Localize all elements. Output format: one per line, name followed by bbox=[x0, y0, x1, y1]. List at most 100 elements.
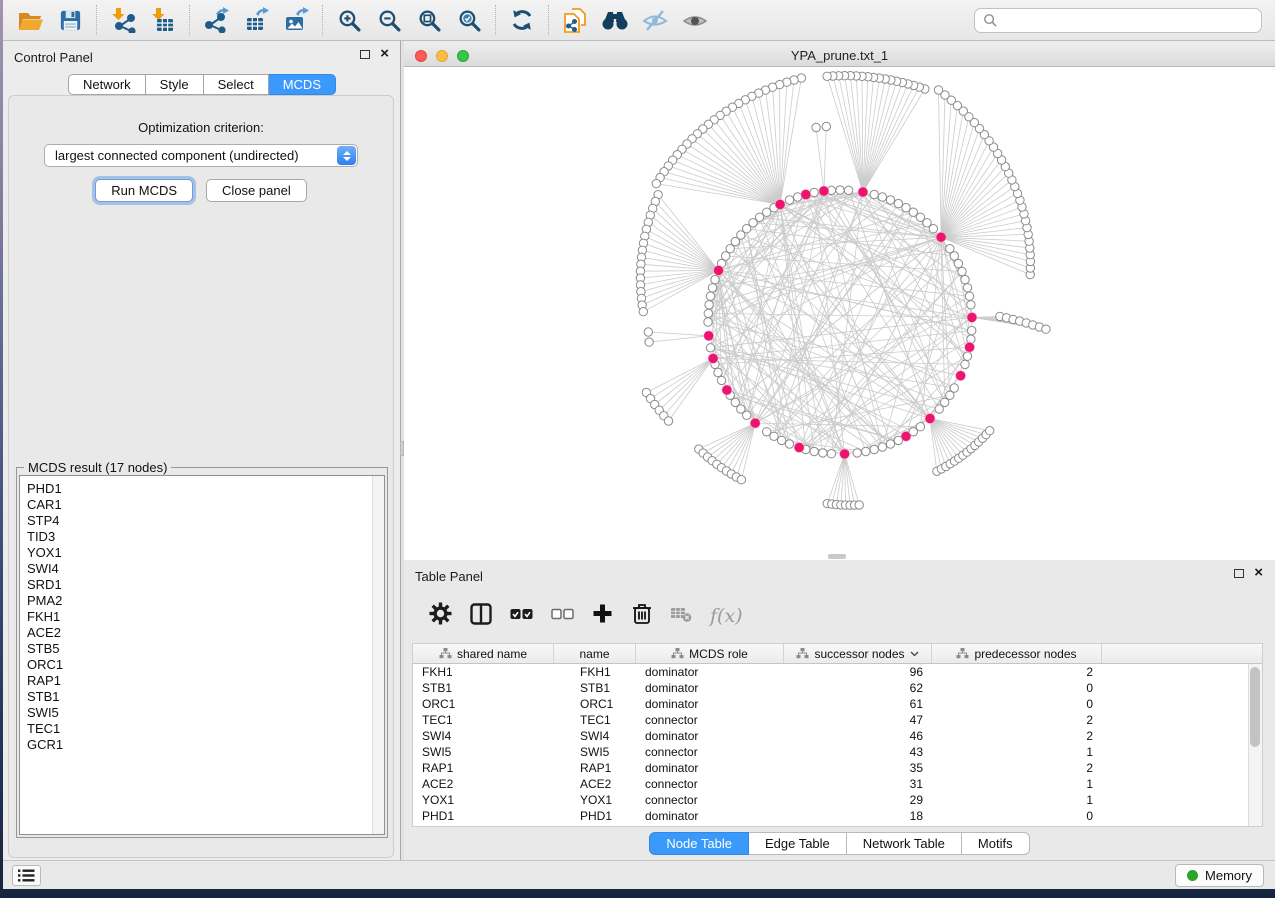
zoom-selected-button[interactable] bbox=[449, 3, 489, 37]
tab-motifs[interactable]: Motifs bbox=[962, 832, 1030, 855]
import-table-button[interactable] bbox=[143, 3, 183, 37]
canvas-hscroll-thumb[interactable] bbox=[828, 554, 846, 559]
table-options-button[interactable] bbox=[429, 602, 452, 630]
mcds-result-list[interactable]: PHD1CAR1STP4TID3YOX1SWI4SRD1PMA2FKH1ACE2… bbox=[19, 475, 385, 835]
import-network-button[interactable] bbox=[103, 3, 143, 37]
hide-selected-button[interactable] bbox=[635, 3, 675, 37]
tab-network-table[interactable]: Network Table bbox=[847, 832, 962, 855]
show-columns-button[interactable] bbox=[470, 603, 492, 630]
zoom-fit-button[interactable] bbox=[409, 3, 449, 37]
cell-mcds_role: dominator bbox=[636, 697, 784, 711]
cell-shared_name: PHD1 bbox=[413, 809, 554, 823]
table-panel: Table Panel × f(x) shared namenameMCDS r… bbox=[404, 560, 1275, 860]
open-file-button[interactable] bbox=[10, 3, 50, 37]
mcds-node-item[interactable]: SWI4 bbox=[27, 561, 384, 577]
column-header-name[interactable]: name bbox=[554, 644, 636, 663]
column-header-shared-name[interactable]: shared name bbox=[413, 644, 554, 663]
mcds-node-item[interactable]: CAR1 bbox=[27, 497, 384, 513]
mcds-node-item[interactable]: YOX1 bbox=[27, 545, 384, 561]
mcds-node-item[interactable]: STB1 bbox=[27, 689, 384, 705]
cell-successor_nodes: 61 bbox=[784, 697, 932, 711]
table-row[interactable]: ORC1ORC1dominator610 bbox=[413, 696, 1248, 712]
show-all-button[interactable] bbox=[675, 3, 715, 37]
network-graph[interactable] bbox=[404, 67, 1275, 560]
zoom-in-icon bbox=[337, 8, 362, 33]
cell-predecessor_nodes: 0 bbox=[932, 681, 1102, 695]
float-panel-icon[interactable] bbox=[1234, 569, 1244, 578]
export-network-button[interactable] bbox=[196, 3, 236, 37]
task-history-button[interactable] bbox=[12, 865, 41, 886]
table-row[interactable]: PHD1PHD1dominator180 bbox=[413, 808, 1248, 824]
run-mcds-button[interactable]: Run MCDS bbox=[95, 179, 193, 202]
mcds-node-item[interactable]: PMA2 bbox=[27, 593, 384, 609]
cell-predecessor_nodes: 2 bbox=[932, 761, 1102, 775]
column-header-successor-nodes[interactable]: successor nodes bbox=[784, 644, 932, 663]
mcds-node-item[interactable]: PHD1 bbox=[27, 481, 384, 497]
table-row[interactable]: SWI5SWI5connector431 bbox=[413, 744, 1248, 760]
export-table-button[interactable] bbox=[236, 3, 276, 37]
table-row[interactable]: YOX1YOX1connector291 bbox=[413, 792, 1248, 808]
table-row[interactable]: TEC1TEC1connector472 bbox=[413, 712, 1248, 728]
table-row[interactable]: SWI4SWI4dominator462 bbox=[413, 728, 1248, 744]
column-header-mcds-role[interactable]: MCDS role bbox=[636, 644, 784, 663]
zoom-in-button[interactable] bbox=[329, 3, 369, 37]
column-header-predecessor-nodes[interactable]: predecessor nodes bbox=[932, 644, 1102, 663]
find-button[interactable] bbox=[595, 3, 635, 37]
mcds-node-item[interactable]: ORC1 bbox=[27, 657, 384, 673]
table-row[interactable]: RAP1RAP1dominator352 bbox=[413, 760, 1248, 776]
mcds-node-item[interactable]: SRD1 bbox=[27, 577, 384, 593]
table-scrollbar-thumb[interactable] bbox=[1250, 667, 1260, 747]
tab-network[interactable]: Network bbox=[68, 74, 146, 95]
mcds-list-scrollbar[interactable] bbox=[372, 476, 384, 834]
close-panel-icon[interactable]: × bbox=[380, 49, 389, 59]
mcds-node-item[interactable]: SWI5 bbox=[27, 705, 384, 721]
tab-select[interactable]: Select bbox=[204, 74, 269, 95]
network-canvas[interactable] bbox=[404, 67, 1275, 560]
criterion-select[interactable]: largest connected component (undirected) bbox=[44, 144, 358, 167]
mcds-node-item[interactable]: RAP1 bbox=[27, 673, 384, 689]
toolbar-separator bbox=[548, 5, 549, 35]
delete-button[interactable] bbox=[631, 602, 653, 630]
mcds-node-item[interactable]: STB5 bbox=[27, 641, 384, 657]
select-all-button[interactable] bbox=[510, 605, 533, 628]
mcds-node-item[interactable]: FKH1 bbox=[27, 609, 384, 625]
close-window-button[interactable] bbox=[415, 50, 427, 62]
mcds-node-item[interactable]: STP4 bbox=[27, 513, 384, 529]
save-session-button[interactable] bbox=[50, 3, 90, 37]
function-builder-button[interactable]: f(x) bbox=[710, 605, 743, 627]
float-panel-icon[interactable] bbox=[360, 50, 370, 59]
mcds-node-item[interactable]: TEC1 bbox=[27, 721, 384, 737]
zoom-out-button[interactable] bbox=[369, 3, 409, 37]
cell-mcds_role: dominator bbox=[636, 681, 784, 695]
control-panel-titlebar: Control Panel × bbox=[3, 41, 401, 71]
table-row[interactable]: ACE2ACE2connector311 bbox=[413, 776, 1248, 792]
add-button[interactable] bbox=[592, 603, 613, 629]
search-input[interactable] bbox=[1004, 10, 1261, 31]
table-row[interactable]: FKH1FKH1dominator962 bbox=[413, 664, 1248, 680]
cell-shared_name: FKH1 bbox=[413, 665, 554, 679]
tab-edge-table[interactable]: Edge Table bbox=[749, 832, 847, 855]
minimize-window-button[interactable] bbox=[436, 50, 448, 62]
mcds-node-item[interactable]: ACE2 bbox=[27, 625, 384, 641]
clone-network-button[interactable] bbox=[555, 3, 595, 37]
cell-successor_nodes: 35 bbox=[784, 761, 932, 775]
tab-mcds[interactable]: MCDS bbox=[269, 74, 336, 95]
memory-button[interactable]: Memory bbox=[1175, 864, 1264, 887]
table-scrollbar[interactable] bbox=[1248, 664, 1262, 826]
mcds-node-item[interactable]: GCR1 bbox=[27, 737, 384, 753]
toolbar-separator bbox=[96, 5, 97, 35]
tab-node-table[interactable]: Node Table bbox=[649, 832, 749, 855]
table-row[interactable]: STB1STB1dominator620 bbox=[413, 680, 1248, 696]
refresh-button[interactable] bbox=[502, 3, 542, 37]
tab-style[interactable]: Style bbox=[146, 74, 204, 95]
export-image-button[interactable] bbox=[276, 3, 316, 37]
table-panel-title: Table Panel bbox=[415, 569, 483, 584]
search-box[interactable] bbox=[974, 8, 1262, 33]
mcds-node-item[interactable]: TID3 bbox=[27, 529, 384, 545]
close-panel-icon[interactable]: × bbox=[1254, 568, 1263, 578]
close-panel-button[interactable]: Close panel bbox=[206, 179, 307, 202]
maximize-window-button[interactable] bbox=[457, 50, 469, 62]
status-bar: Memory bbox=[3, 860, 1275, 889]
delete-table-button[interactable] bbox=[671, 605, 692, 627]
deselect-all-button[interactable] bbox=[551, 605, 574, 628]
